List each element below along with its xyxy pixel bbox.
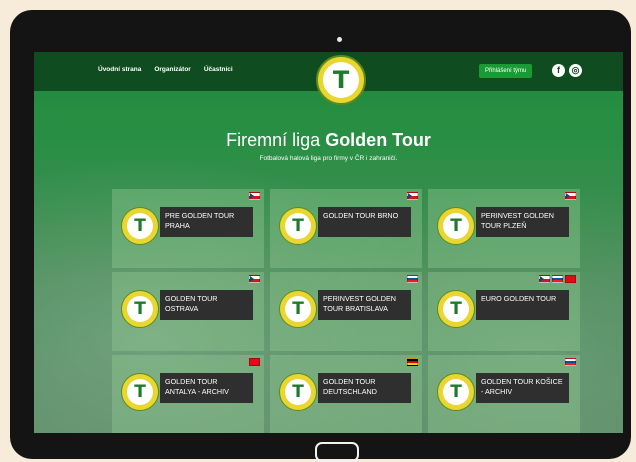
facebook-icon[interactable]: f bbox=[552, 64, 565, 77]
page-subtitle: Fotbalová halová liga pro firmy v ČR i z… bbox=[259, 155, 398, 162]
flag-de-icon bbox=[407, 358, 418, 366]
flags bbox=[539, 275, 576, 283]
instagram-icon[interactable]: ◎ bbox=[569, 64, 582, 77]
tile-logo-letter: T bbox=[285, 213, 311, 239]
league-tile-label: PRE GOLDEN TOUR PRAHA bbox=[160, 207, 253, 237]
league-tile-label: PERINVEST GOLDEN TOUR PLZEŇ bbox=[476, 207, 569, 237]
league-tile-label: GOLDEN TOUR DEUTSCHLAND bbox=[318, 373, 411, 403]
tile-logo-icon: T bbox=[279, 207, 317, 245]
league-tile-label: EURO GOLDEN TOUR bbox=[476, 290, 569, 320]
flag-sk-icon bbox=[407, 275, 418, 283]
logo-letter: T bbox=[323, 62, 359, 98]
flags bbox=[407, 275, 418, 283]
tile-logo-icon: T bbox=[121, 373, 159, 411]
tile-logo-letter: T bbox=[443, 213, 469, 239]
tile-logo-icon: T bbox=[437, 207, 475, 245]
title-bold: Golden Tour bbox=[325, 130, 431, 150]
league-tile[interactable]: T GOLDEN TOUR OSTRAVA bbox=[112, 272, 264, 351]
league-tile[interactable]: T GOLDEN TOUR DEUTSCHLAND bbox=[270, 355, 422, 433]
league-tile[interactable]: T PRE GOLDEN TOUR PRAHA bbox=[112, 189, 264, 268]
home-button[interactable] bbox=[315, 442, 359, 462]
flag-tr-icon bbox=[249, 358, 260, 366]
league-tile-label: GOLDEN TOUR BRNO bbox=[318, 207, 411, 237]
tile-logo-icon: T bbox=[437, 290, 475, 328]
flag-cz-icon bbox=[249, 192, 260, 200]
golden-tour-logo[interactable]: T bbox=[316, 55, 366, 105]
flag-sk-icon bbox=[552, 275, 563, 283]
flags bbox=[407, 358, 418, 366]
tile-logo-icon: T bbox=[279, 290, 317, 328]
flag-cz-icon bbox=[249, 275, 260, 283]
tile-logo-letter: T bbox=[127, 379, 153, 405]
team-login-button[interactable]: Přihlášení týmu bbox=[479, 64, 533, 78]
flag-sk-icon bbox=[565, 358, 576, 366]
league-tile[interactable]: T PERINVEST GOLDEN TOUR BRATISLAVA bbox=[270, 272, 422, 351]
tile-logo-letter: T bbox=[443, 379, 469, 405]
flag-tr-icon bbox=[565, 275, 576, 283]
tile-logo-letter: T bbox=[127, 296, 153, 322]
league-tile-label: PERINVEST GOLDEN TOUR BRATISLAVA bbox=[318, 290, 411, 320]
camera-dot bbox=[337, 37, 342, 42]
league-grid: T PRE GOLDEN TOUR PRAHA T GOLDEN TOUR BRNO T… bbox=[112, 189, 580, 433]
flags bbox=[249, 275, 260, 283]
league-tile-label: GOLDEN TOUR ANTALYA - ARCHIV bbox=[160, 373, 253, 403]
league-tile[interactable]: T EURO GOLDEN TOUR bbox=[428, 272, 580, 351]
flag-cz-icon bbox=[539, 275, 550, 283]
nav-link-home[interactable]: Úvodní strana bbox=[98, 66, 141, 73]
nav-link-organizer[interactable]: Organizátor bbox=[154, 66, 190, 73]
tile-logo-icon: T bbox=[121, 207, 159, 245]
nav-link-participants[interactable]: Účastníci bbox=[204, 66, 233, 73]
tile-logo-letter: T bbox=[285, 379, 311, 405]
flags bbox=[249, 358, 260, 366]
tile-logo-letter: T bbox=[127, 213, 153, 239]
flags bbox=[249, 192, 260, 200]
league-tile-label: GOLDEN TOUR OSTRAVA bbox=[160, 290, 253, 320]
flags bbox=[565, 358, 576, 366]
tile-logo-icon: T bbox=[437, 373, 475, 411]
tile-logo-icon: T bbox=[121, 290, 159, 328]
tile-logo-letter: T bbox=[285, 296, 311, 322]
league-tile[interactable]: T GOLDEN TOUR BRNO bbox=[270, 189, 422, 268]
league-tile[interactable]: T PERINVEST GOLDEN TOUR PLZEŇ bbox=[428, 189, 580, 268]
page-title: Firemní liga Golden Tour bbox=[34, 130, 623, 151]
flags bbox=[407, 192, 418, 200]
nav-links: Úvodní strana Organizátor Účastníci bbox=[98, 66, 233, 73]
flag-cz-icon bbox=[565, 192, 576, 200]
tile-logo-icon: T bbox=[279, 373, 317, 411]
league-tile[interactable]: T GOLDEN TOUR KOŠICE - ARCHIV bbox=[428, 355, 580, 433]
league-tile-label: GOLDEN TOUR KOŠICE - ARCHIV bbox=[476, 373, 569, 403]
website-screen: Úvodní strana Organizátor Účastníci Přih… bbox=[34, 52, 623, 433]
league-tile[interactable]: T GOLDEN TOUR ANTALYA - ARCHIV bbox=[112, 355, 264, 433]
tile-logo-letter: T bbox=[443, 296, 469, 322]
title-plain: Firemní liga bbox=[226, 130, 326, 150]
flag-cz-icon bbox=[407, 192, 418, 200]
flags bbox=[565, 192, 576, 200]
